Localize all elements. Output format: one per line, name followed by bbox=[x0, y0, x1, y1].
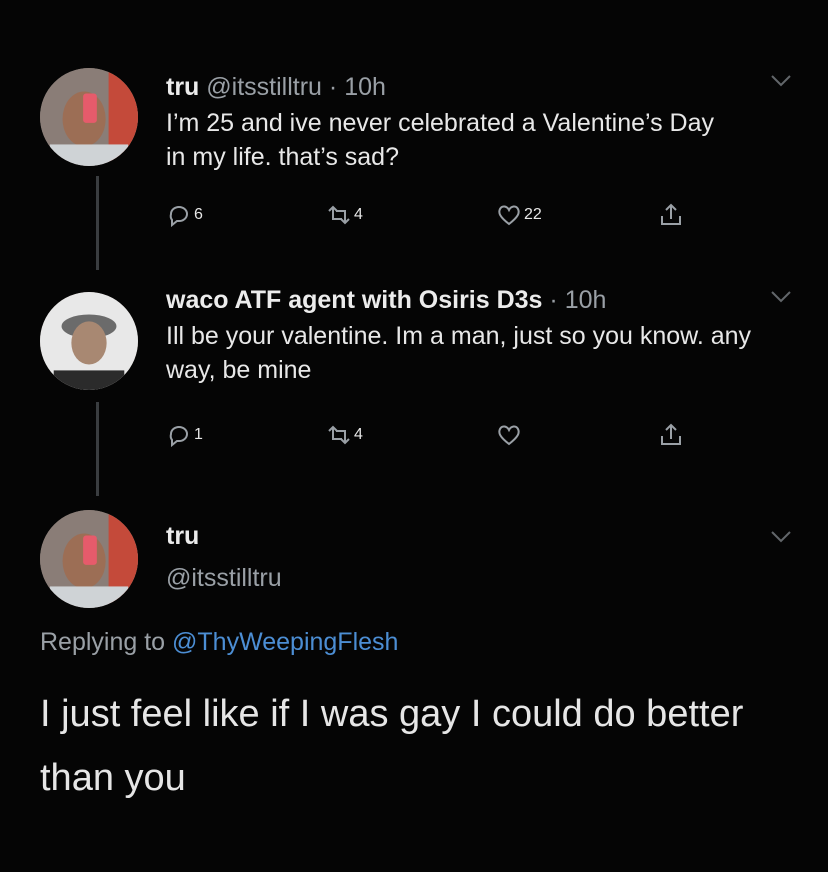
like-button[interactable]: 22 bbox=[496, 202, 542, 228]
thread-line-1 bbox=[96, 176, 99, 270]
retweet-count: 4 bbox=[354, 206, 363, 223]
tweet-text: I’m 25 and ive never celebrated a Valent… bbox=[166, 109, 715, 171]
replying-to: Replying to @ThyWeepingFlesh bbox=[40, 628, 398, 657]
timestamp[interactable]: 10h bbox=[565, 286, 607, 314]
tweet-header: tru @itsstilltru · 10h bbox=[166, 72, 788, 102]
reply-icon bbox=[169, 206, 188, 228]
tweet-header: waco ATF agent with Osiris D3s · 10h bbox=[166, 285, 788, 315]
avatar[interactable] bbox=[40, 510, 138, 608]
retweet-count: 4 bbox=[354, 426, 363, 443]
separator: · bbox=[549, 286, 558, 314]
avatar[interactable] bbox=[40, 68, 138, 166]
share-button[interactable] bbox=[658, 202, 684, 228]
heart-icon bbox=[498, 205, 520, 226]
reply-button[interactable]: 1 bbox=[166, 422, 203, 448]
share-button[interactable] bbox=[658, 422, 684, 448]
share-icon bbox=[661, 203, 681, 225]
author-handle[interactable]: @itsstilltru bbox=[166, 562, 788, 594]
like-count: 22 bbox=[524, 206, 542, 223]
chevron-down-icon[interactable] bbox=[770, 74, 792, 88]
chevron-down-icon[interactable] bbox=[770, 290, 792, 304]
retweet-icon bbox=[328, 205, 350, 225]
share-icon bbox=[661, 423, 681, 445]
replying-to-label: Replying to bbox=[40, 628, 166, 656]
replying-to-mention[interactable]: @ThyWeepingFlesh bbox=[172, 628, 398, 656]
like-button[interactable] bbox=[496, 422, 522, 448]
author-name[interactable]: waco ATF agent with Osiris D3s bbox=[166, 286, 542, 314]
author-name[interactable]: tru bbox=[166, 73, 199, 101]
reply-count: 6 bbox=[194, 206, 203, 223]
reply-button[interactable]: 6 bbox=[166, 202, 203, 228]
reply-icon bbox=[169, 426, 188, 448]
chevron-down-icon[interactable] bbox=[770, 530, 792, 544]
reply-count: 1 bbox=[194, 426, 203, 443]
retweet-button[interactable]: 4 bbox=[326, 422, 363, 448]
focused-tweet-text: I just feel like if I was gay I could do… bbox=[40, 693, 744, 799]
author-handle[interactable]: @itsstilltru bbox=[206, 73, 322, 101]
author-name[interactable]: tru bbox=[166, 520, 788, 552]
separator: · bbox=[328, 73, 338, 101]
thread-line-2 bbox=[96, 402, 99, 496]
retweet-icon bbox=[328, 425, 350, 445]
timestamp[interactable]: 10h bbox=[344, 73, 386, 101]
heart-icon bbox=[498, 425, 520, 446]
tweet-text: Ill be your valentine. Im a man, just so… bbox=[166, 322, 752, 384]
retweet-button[interactable]: 4 bbox=[326, 202, 363, 228]
avatar[interactable] bbox=[40, 292, 138, 390]
